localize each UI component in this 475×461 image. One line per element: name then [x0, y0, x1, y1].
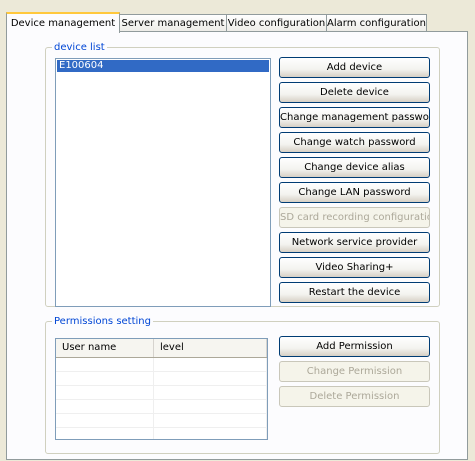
- permissions-legend: Permissions setting: [54, 316, 151, 327]
- table-row: [56, 386, 267, 400]
- change-lan-password-button[interactable]: Change LAN password: [279, 182, 430, 203]
- permissions-table-header: User name level: [56, 339, 267, 358]
- network-service-provider-button[interactable]: Network service provider: [279, 232, 430, 253]
- delete-permission-button[interactable]: Delete Permission: [279, 386, 430, 407]
- add-permission-button[interactable]: Add Permission: [279, 336, 430, 357]
- change-device-alias-button[interactable]: Change device alias: [279, 157, 430, 178]
- sd-card-recording-configuration-button[interactable]: SD card recording configuration: [279, 207, 430, 228]
- change-management-password-button[interactable]: Change management password: [279, 107, 430, 128]
- column-header-level[interactable]: level: [154, 339, 267, 357]
- table-row: [56, 358, 267, 372]
- table-row: [56, 372, 267, 386]
- column-header-user-name[interactable]: User name: [56, 339, 154, 357]
- table-row: [56, 414, 267, 428]
- tab-server-management[interactable]: Server management: [119, 14, 227, 32]
- change-watch-password-button[interactable]: Change watch password: [279, 132, 430, 153]
- change-permission-button[interactable]: Change Permission: [279, 361, 430, 382]
- device-list-legend: device list: [54, 42, 105, 53]
- tab-alarm-configuration[interactable]: Alarm configuration: [326, 14, 427, 32]
- device-listbox[interactable]: E100604: [55, 58, 271, 307]
- delete-device-button[interactable]: Delete device: [279, 82, 430, 103]
- video-sharing-button[interactable]: Video Sharing+: [279, 257, 430, 278]
- table-row: [56, 400, 267, 414]
- table-row: [56, 428, 267, 439]
- restart-device-button[interactable]: Restart the device: [279, 282, 430, 303]
- device-list-item[interactable]: E100604: [57, 60, 269, 72]
- tab-device-management[interactable]: Device management: [6, 12, 120, 33]
- tab-video-configuration[interactable]: Video configuration: [226, 14, 327, 32]
- add-device-button[interactable]: Add device: [279, 57, 430, 78]
- permissions-table[interactable]: User name level: [55, 338, 268, 440]
